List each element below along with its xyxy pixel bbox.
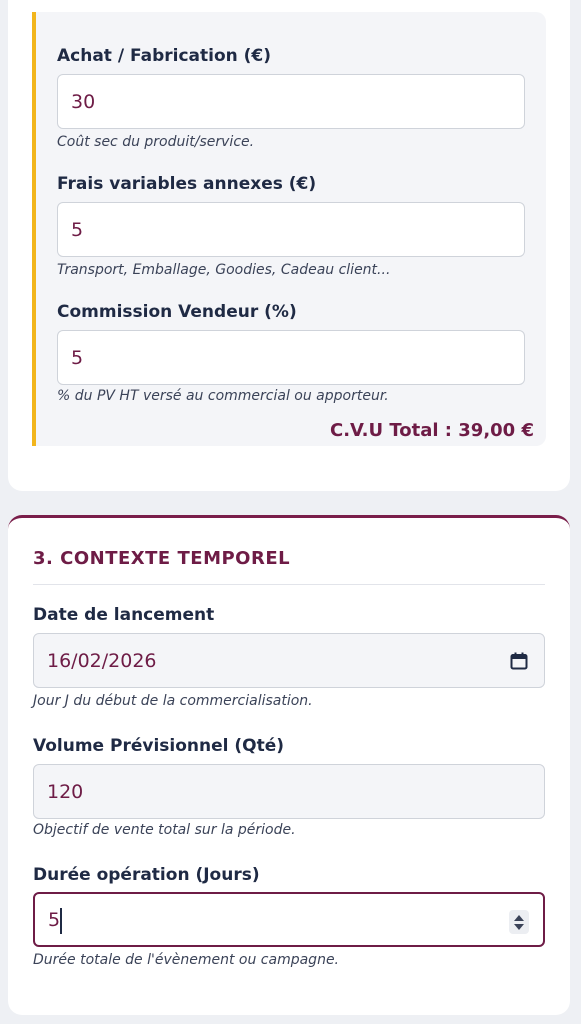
achat-help: Coût sec du produit/service. — [57, 134, 255, 150]
frais-value: 5 — [71, 218, 84, 241]
commission-value: 5 — [71, 346, 84, 369]
cost-card: Achat / Fabrication (€) 30 Coût sec du p… — [8, 0, 570, 491]
spinner-down-icon[interactable] — [514, 923, 524, 930]
frais-help: Transport, Emballage, Goodies, Cadeau cl… — [57, 262, 391, 278]
duree-label: Durée opération (Jours) — [33, 865, 260, 885]
commission-input[interactable]: 5 — [57, 330, 525, 385]
volume-input[interactable]: 120 — [33, 764, 545, 819]
date-input[interactable]: 16/02/2026 — [33, 633, 545, 688]
spinner-up-icon[interactable] — [514, 914, 524, 921]
text-caret — [60, 908, 62, 934]
achat-value: 30 — [71, 90, 96, 113]
duree-help: Durée totale de l'évènement ou campagne. — [33, 952, 340, 968]
date-label: Date de lancement — [33, 605, 215, 625]
calendar-icon[interactable] — [510, 652, 528, 670]
frais-label: Frais variables annexes (€) — [57, 174, 317, 194]
duree-value: 5 — [48, 908, 61, 931]
cvu-panel: Achat / Fabrication (€) 30 Coût sec du p… — [32, 12, 546, 446]
commission-label: Commission Vendeur (%) — [57, 302, 297, 322]
commission-help: % du PV HT versé au commercial ou apport… — [57, 388, 389, 404]
date-value: 16/02/2026 — [47, 649, 157, 672]
section-divider — [33, 584, 545, 585]
volume-value: 120 — [47, 780, 84, 803]
section-title: 3. CONTEXTE TEMPOREL — [33, 548, 291, 569]
contexte-card: 3. CONTEXTE TEMPOREL Date de lancement 1… — [8, 515, 570, 1015]
spinner-icon[interactable] — [509, 910, 529, 934]
volume-label: Volume Prévisionnel (Qté) — [33, 736, 285, 756]
date-help: Jour J du début de la commercialisation. — [33, 693, 313, 709]
achat-label: Achat / Fabrication (€) — [57, 46, 272, 66]
achat-input[interactable]: 30 — [57, 74, 525, 129]
volume-help: Objectif de vente total sur la période. — [33, 822, 296, 838]
frais-input[interactable]: 5 — [57, 202, 525, 257]
cvu-total: C.V.U Total : 39,00 € — [329, 420, 534, 441]
duree-input[interactable]: 5 — [33, 892, 545, 947]
